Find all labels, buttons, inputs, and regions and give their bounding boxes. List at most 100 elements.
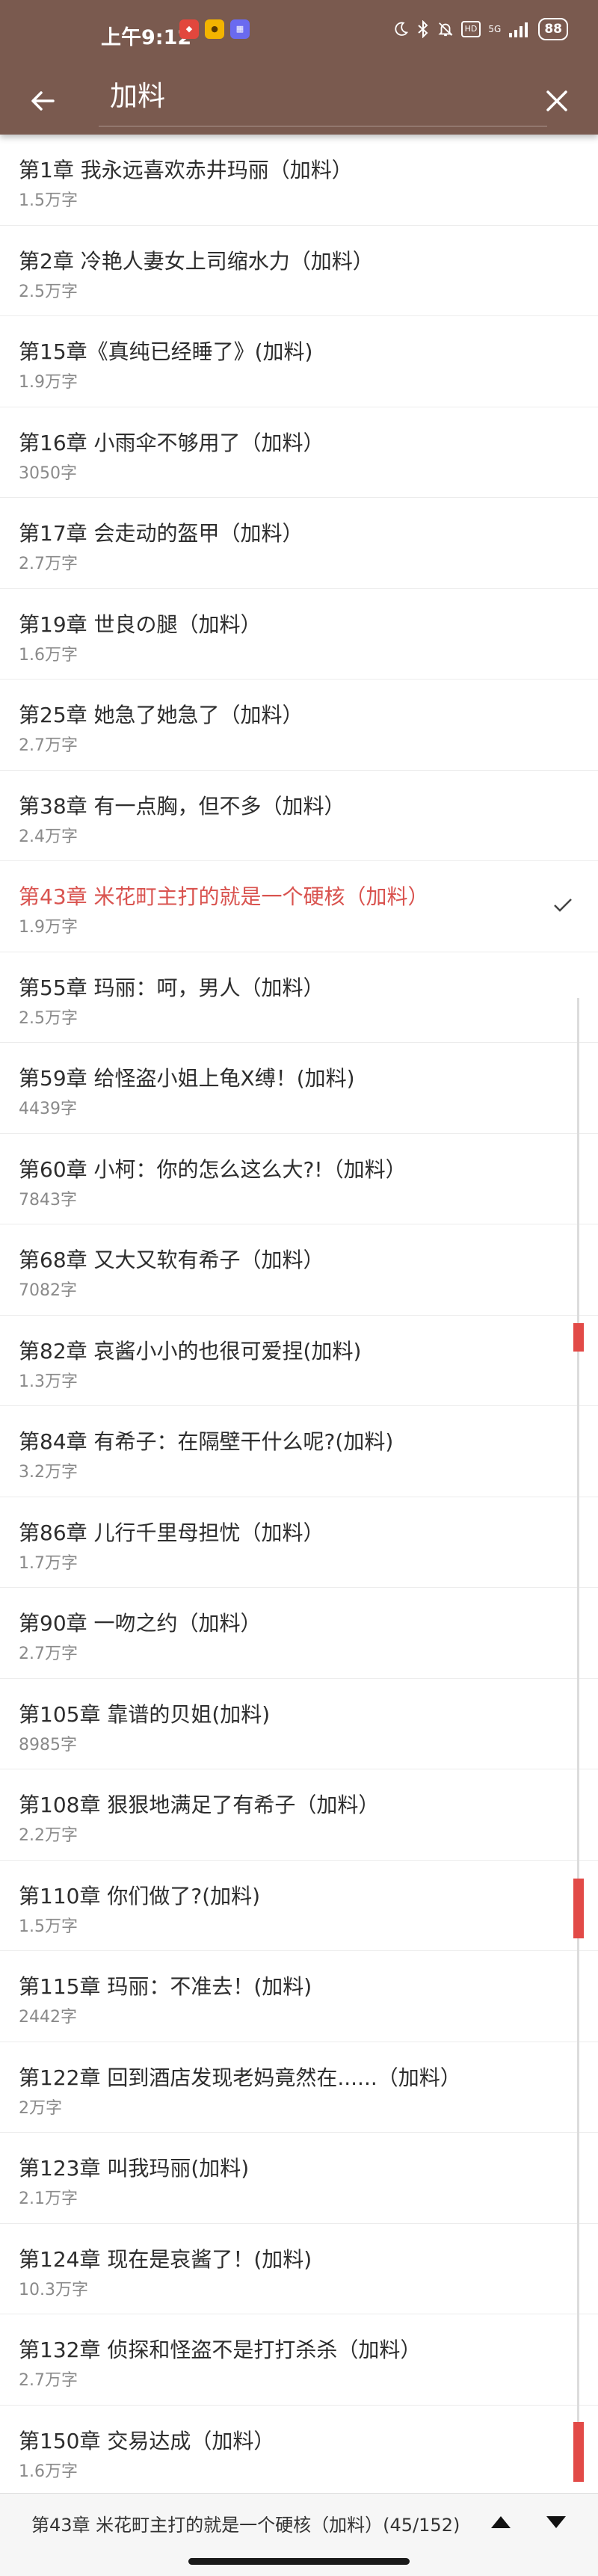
scrollbar-marker <box>573 1323 584 1352</box>
chapter-title: 第123章 叫我玛丽(加料) <box>19 2156 250 2181</box>
chapter-row[interactable]: 第84章 有希子：在隔壁干什么呢?(加料) 3.2万字 <box>0 1406 598 1497</box>
title-underline <box>99 126 547 127</box>
chapter-title: 第1章 我永远喜欢赤井玛丽（加料） <box>19 158 353 182</box>
scrollbar-track[interactable] <box>577 998 579 2467</box>
chapter-title: 第150章 交易达成（加料） <box>19 2428 275 2453</box>
moon-icon <box>395 22 408 36</box>
back-button[interactable] <box>22 81 63 121</box>
chapter-title: 第16章 小雨伞不够用了（加料） <box>19 430 324 455</box>
chapter-word-count: 4439字 <box>19 1100 77 1118</box>
chapter-row[interactable]: 第132章 侦探和怪盗不是打打杀杀（加料） 2.7万字 <box>0 2314 598 2406</box>
app-c-icon: ▦ <box>230 19 250 39</box>
bluetooth-icon <box>417 20 428 38</box>
chapter-row[interactable]: 第108章 狠狠地满足了有希子（加料） 2.2万字 <box>0 1769 598 1861</box>
mute-bell-icon <box>438 22 453 37</box>
chapter-title: 第68章 又大又软有希子（加料） <box>19 1248 324 1272</box>
chapter-row[interactable]: 第25章 她急了她急了（加料） 2.7万字 <box>0 680 598 771</box>
chapter-row[interactable]: 第55章 玛丽：呵，男人（加料） 2.5万字 <box>0 952 598 1043</box>
chapter-title: 第105章 靠谱的贝姐(加料) <box>19 1701 271 1727</box>
chapter-word-count: 3050字 <box>19 463 77 483</box>
chapter-word-count: 2.5万字 <box>19 282 78 301</box>
app-header: 上午9:12 ◆ ● ▦ HD 5G 88 加料 <box>0 0 598 135</box>
chapter-word-count: 1.6万字 <box>19 2462 78 2481</box>
arrow-left-icon <box>31 91 55 111</box>
chapter-word-count: 2.4万字 <box>19 827 78 846</box>
chapter-row[interactable]: 第123章 叫我玛丽(加料) 2.1万字 <box>0 2133 598 2224</box>
chapter-word-count: 1.3万字 <box>19 1372 78 1391</box>
chapter-word-count: 1.6万字 <box>19 645 78 665</box>
chapter-title: 第43章 米花町主打的就是一个硬核（加料） <box>19 884 429 909</box>
chapter-title: 第17章 会走动的盔甲（加料） <box>19 521 303 546</box>
chapter-title: 第25章 她急了她急了（加料） <box>19 703 303 727</box>
chapter-row[interactable]: 第1章 我永远喜欢赤井玛丽（加料） 1.5万字 <box>0 135 598 226</box>
scrollbar-marker <box>573 1879 584 1938</box>
chapter-word-count: 10.3万字 <box>19 2280 88 2299</box>
system-icons: HD 5G 88 <box>392 18 568 40</box>
home-indicator[interactable] <box>188 2558 410 2565</box>
signal-icon <box>509 22 528 37</box>
chapter-title: 第84章 有希子：在隔壁干什么呢?(加料) <box>19 1429 394 1454</box>
chapter-word-count: 1.9万字 <box>19 918 78 937</box>
chapter-title: 第86章 儿行千里母担忧（加料） <box>19 1520 324 1545</box>
chapter-row[interactable]: 第150章 交易达成（加料） 1.6万字 <box>0 2406 598 2496</box>
app-b-icon: ● <box>205 19 224 39</box>
chapter-word-count: 2.5万字 <box>19 1008 78 1028</box>
chapter-row[interactable]: 第90章 一吻之约（加料） 2.7万字 <box>0 1588 598 1679</box>
chapter-row[interactable]: 第82章 哀酱小小的也很可爱捏(加料) 1.3万字 <box>0 1316 598 1406</box>
chapter-title: 第110章 你们做了?(加料) <box>19 1883 261 1908</box>
chapter-word-count: 2.7万字 <box>19 1645 78 1663</box>
next-chapter-button[interactable] <box>540 2507 573 2537</box>
chapter-row[interactable]: 第19章 世良の腿（加料） 1.6万字 <box>0 589 598 680</box>
chapter-title: 第124章 现在是哀酱了！(加料) <box>19 2246 312 2272</box>
triangle-up-icon <box>491 2516 511 2528</box>
toolbar: 加料 <box>0 67 598 135</box>
chapter-row[interactable]: 第110章 你们做了?(加料) 1.5万字 <box>0 1861 598 1951</box>
chapter-word-count: 7843字 <box>19 1190 77 1210</box>
chapter-title: 第60章 小柯：你的怎么这么大?!（加料） <box>19 1156 407 1182</box>
chapter-row[interactable]: 第15章《真纯已经睡了》(加料) 1.9万字 <box>0 316 598 407</box>
chapter-title: 第82章 哀酱小小的也很可爱捏(加料) <box>19 1338 362 1364</box>
chapter-row[interactable]: 第68章 又大又软有希子（加料） 7082字 <box>0 1224 598 1316</box>
chapter-list: 第1章 我永远喜欢赤井玛丽（加料） 1.5万字 第2章 冷艳人妻女上司缩水力（加料）… <box>0 135 598 2496</box>
chapter-title: 第132章 侦探和怪盗不是打打杀杀（加料） <box>19 2338 422 2362</box>
chapter-row[interactable]: 第38章 有一点胸，但不多（加料） 2.4万字 <box>0 771 598 861</box>
chapter-word-count: 7082字 <box>19 1281 77 1300</box>
chapter-title: 第19章 世良の腿（加料） <box>19 611 262 637</box>
chapter-row[interactable]: 第59章 给怪盗小姐上龟X缚！(加料) 4439字 <box>0 1043 598 1134</box>
chapter-title: 第90章 一吻之约（加料） <box>19 1611 262 1636</box>
chapter-title: 第122章 回到酒店发现老妈竟然在......（加料） <box>19 2065 461 2090</box>
close-icon <box>546 90 567 111</box>
chapter-row[interactable]: 第124章 现在是哀酱了！(加料) 10.3万字 <box>0 2224 598 2314</box>
chapter-row[interactable]: 第86章 儿行千里母担忧（加料） 1.7万字 <box>0 1497 598 1588</box>
battery-level: 88 <box>538 18 568 40</box>
status-time: 上午9:12 <box>101 26 192 49</box>
triangle-down-icon <box>546 2516 566 2528</box>
hd-badge: HD <box>460 21 481 37</box>
chapter-row[interactable]: 第17章 会走动的盔甲（加料） 2.7万字 <box>0 498 598 589</box>
chapter-word-count: 2.1万字 <box>19 2190 78 2208</box>
app-a-icon: ◆ <box>179 19 199 39</box>
chapter-word-count: 1.5万字 <box>19 191 78 210</box>
chapter-word-count: 2.7万字 <box>19 736 78 755</box>
chapter-word-count: 2.7万字 <box>19 555 78 573</box>
chapter-row[interactable]: 第16章 小雨伞不够用了（加料） 3050字 <box>0 407 598 498</box>
chapter-row[interactable]: 第60章 小柯：你的怎么这么大?!（加料） 7843字 <box>0 1134 598 1224</box>
chapter-row[interactable]: 第105章 靠谱的贝姐(加料) 8985字 <box>0 1679 598 1769</box>
search-query-title[interactable]: 加料 <box>110 75 165 118</box>
chapter-word-count: 1.7万字 <box>19 1553 78 1573</box>
chapter-row-current[interactable]: 第43章 米花町主打的就是一个硬核（加料） 1.9万字 <box>0 861 598 952</box>
chapter-word-count: 2442字 <box>19 2008 77 2027</box>
chapter-title: 第38章 有一点胸，但不多（加料） <box>19 793 345 819</box>
chapter-row[interactable]: 第2章 冷艳人妻女上司缩水力（加料） 2.5万字 <box>0 226 598 316</box>
chapter-title: 第55章 玛丽：呵，男人（加料） <box>19 975 324 1000</box>
previous-chapter-button[interactable] <box>484 2507 517 2537</box>
chapter-row[interactable]: 第122章 回到酒店发现老妈竟然在......（加料） 2万字 <box>0 2042 598 2133</box>
chapter-row[interactable]: 第115章 玛丽：不准去！(加料) 2442字 <box>0 1951 598 2042</box>
network-type: 5G <box>488 24 502 34</box>
chapter-title: 第15章《真纯已经睡了》(加料) <box>19 339 313 364</box>
chapter-word-count: 2万字 <box>19 2098 62 2118</box>
check-icon <box>554 899 572 912</box>
close-button[interactable] <box>537 81 577 121</box>
chapter-word-count: 1.5万字 <box>19 1917 78 1936</box>
chapter-word-count: 1.9万字 <box>19 373 78 392</box>
